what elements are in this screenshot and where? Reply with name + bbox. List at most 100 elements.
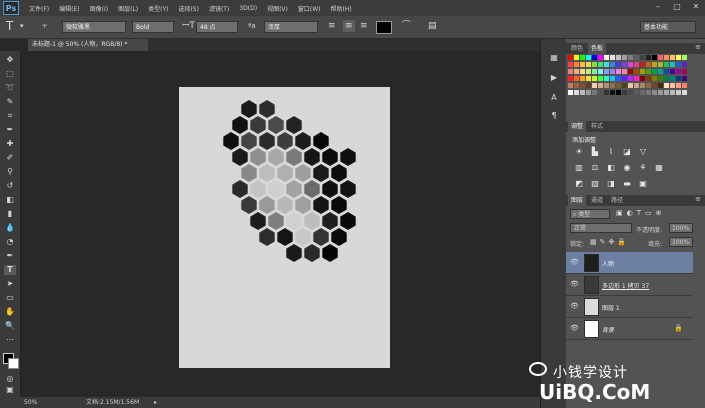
- color-swatch[interactable]: [604, 69, 609, 74]
- color-swatch[interactable]: [628, 69, 633, 74]
- color-swatch[interactable]: [616, 83, 621, 88]
- menu-file[interactable]: 文件(F): [29, 4, 49, 13]
- color-swatch[interactable]: [634, 90, 639, 95]
- color-swatch[interactable]: [676, 62, 681, 67]
- color-swatch[interactable]: [670, 90, 675, 95]
- color-swatch[interactable]: [598, 83, 603, 88]
- layer-filter-select[interactable]: ⌕ 类型: [570, 209, 610, 219]
- color-swatch[interactable]: [592, 83, 597, 88]
- maximize-icon[interactable]: □: [672, 2, 682, 12]
- menu-select[interactable]: 选择(S): [178, 4, 199, 13]
- color-swatch[interactable]: [580, 76, 585, 81]
- color-swatch[interactable]: [658, 62, 663, 67]
- color-swatch[interactable]: [568, 90, 573, 95]
- color-swatch[interactable]: [676, 69, 681, 74]
- color-swatch[interactable]: [646, 55, 651, 60]
- color-swatch[interactable]: [664, 62, 669, 67]
- color-swatch[interactable]: [592, 90, 597, 95]
- menu-help[interactable]: 帮助(H): [331, 4, 352, 13]
- move-tool-icon[interactable]: ✥: [4, 55, 16, 65]
- color-swatch[interactable]: [646, 76, 651, 81]
- color-swatch[interactable]: [592, 76, 597, 81]
- color-swatch[interactable]: [682, 90, 687, 95]
- layer-row-background[interactable]: 👁 背景 🔒: [566, 318, 693, 340]
- color-swatch[interactable]: [580, 55, 585, 60]
- tab-channels[interactable]: 通道: [588, 195, 606, 206]
- color-swatch[interactable]: [568, 55, 573, 60]
- healing-tool-icon[interactable]: ✚: [4, 139, 16, 149]
- color-swatch[interactable]: [652, 76, 657, 81]
- brightness-icon[interactable]: ☀: [574, 147, 584, 156]
- lasso-tool-icon[interactable]: ➰: [4, 83, 16, 93]
- color-swatch[interactable]: [568, 62, 573, 67]
- brush-tool-icon[interactable]: ✐: [4, 153, 16, 163]
- warp-text-icon[interactable]: ⌒: [402, 20, 411, 32]
- color-swatch[interactable]: [598, 55, 603, 60]
- color-swatch[interactable]: [628, 55, 633, 60]
- menu-layer[interactable]: 图层(L): [118, 4, 138, 13]
- font-size-select[interactable]: 48 点: [196, 21, 238, 33]
- exposure-icon[interactable]: ◪: [622, 147, 632, 156]
- color-swatch[interactable]: [658, 83, 663, 88]
- actions-panel-icon[interactable]: ▶: [548, 73, 560, 83]
- color-swatch[interactable]: [634, 83, 639, 88]
- color-swatch[interactable]: [670, 55, 675, 60]
- layer-row-layer1[interactable]: 👁 图层 1: [566, 296, 693, 318]
- color-swatch[interactable]: [622, 69, 627, 74]
- color-swatch[interactable]: [616, 62, 621, 67]
- color-swatch[interactable]: [574, 55, 579, 60]
- tab-paths[interactable]: 路径: [608, 195, 626, 206]
- levels-icon[interactable]: ▙: [590, 147, 600, 156]
- marquee-tool-icon[interactable]: ⬚: [4, 69, 16, 79]
- menu-edit[interactable]: 编辑(E): [59, 4, 79, 13]
- color-swatch[interactable]: [652, 83, 657, 88]
- color-swatch[interactable]: [670, 83, 675, 88]
- color-swatch[interactable]: [622, 55, 627, 60]
- color-swatch[interactable]: [652, 90, 657, 95]
- eraser-tool-icon[interactable]: ◧: [4, 195, 16, 205]
- color-swatch[interactable]: [580, 69, 585, 74]
- color-swatch[interactable]: [682, 76, 687, 81]
- document-canvas[interactable]: [179, 87, 390, 368]
- tab-swatches[interactable]: 色板: [588, 43, 607, 54]
- color-swatch[interactable]: [670, 69, 675, 74]
- color-swatch[interactable]: [604, 76, 609, 81]
- panel-menu-icon[interactable]: ≡: [695, 195, 701, 203]
- workspace-select[interactable]: 基本功能: [640, 21, 696, 33]
- color-swatch[interactable]: [652, 69, 657, 74]
- color-swatch[interactable]: [610, 83, 615, 88]
- color-swatch[interactable]: [586, 83, 591, 88]
- tab-adjustments[interactable]: 调整: [568, 121, 587, 132]
- quick-mask-icon[interactable]: ◎: [4, 374, 16, 384]
- color-swatch[interactable]: [640, 69, 645, 74]
- threshold-icon[interactable]: ◨: [606, 179, 616, 188]
- layer-filter-icons[interactable]: ▣◐T▭⊕: [616, 209, 665, 217]
- color-swatch[interactable]: [640, 90, 645, 95]
- color-swatch[interactable]: [604, 83, 609, 88]
- eye-icon[interactable]: 👁: [570, 258, 579, 266]
- minimize-icon[interactable]: –: [653, 2, 663, 12]
- color-swatch[interactable]: [664, 69, 669, 74]
- color-swatch[interactable]: [586, 76, 591, 81]
- antialias-select[interactable]: 浑厚: [264, 21, 318, 33]
- menu-3d[interactable]: 3D(D): [239, 5, 257, 12]
- color-swatch[interactable]: [574, 76, 579, 81]
- curves-icon[interactable]: ⌇: [606, 147, 616, 156]
- eye-icon[interactable]: 👁: [570, 280, 579, 288]
- black-white-icon[interactable]: ◧: [606, 163, 616, 172]
- dodge-tool-icon[interactable]: ◔: [4, 237, 16, 247]
- character-panel-icon[interactable]: A: [548, 93, 560, 103]
- color-swatch[interactable]: [652, 55, 657, 60]
- color-swatch[interactable]: [640, 83, 645, 88]
- document-tab[interactable]: 未标题-1 @ 50% (人物，RGB/8) *: [28, 39, 148, 51]
- color-swatch[interactable]: [682, 83, 687, 88]
- color-swatch[interactable]: [676, 76, 681, 81]
- color-swatch[interactable]: [676, 83, 681, 88]
- color-swatch[interactable]: [574, 69, 579, 74]
- tab-layers[interactable]: 图层: [568, 195, 587, 206]
- color-swatch[interactable]: [682, 55, 687, 60]
- eye-icon[interactable]: 👁: [570, 324, 579, 332]
- close-icon[interactable]: ✕: [691, 2, 701, 12]
- color-swatch[interactable]: [634, 55, 639, 60]
- character-panel-icon[interactable]: ▤: [428, 20, 437, 32]
